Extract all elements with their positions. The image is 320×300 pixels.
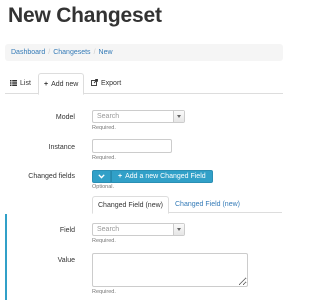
field-help: Required. — [92, 238, 116, 244]
value-help: Required. — [92, 289, 116, 295]
tab-list-label: List — [20, 80, 31, 87]
export-icon — [91, 79, 98, 88]
value-label: Value — [57, 257, 75, 264]
breadcrumb: Dashboard / Changesets / New — [5, 44, 283, 61]
tab-changed-field-2[interactable]: Changed Field (new) — [170, 196, 245, 213]
tab-export[interactable]: Export — [86, 73, 126, 94]
inline-form-indicator — [5, 214, 7, 300]
breadcrumb-new[interactable]: New — [99, 49, 113, 56]
instance-help: Required. — [92, 155, 116, 161]
breadcrumb-dashboard[interactable]: Dashboard — [11, 49, 45, 56]
field-select[interactable]: Search — [92, 223, 185, 236]
list-icon — [10, 79, 17, 88]
page-title: New Changeset — [8, 4, 162, 27]
plus-icon: + — [118, 173, 123, 180]
field-label: Field — [59, 227, 75, 234]
chevron-down-icon — [173, 111, 184, 122]
tab-add-new[interactable]: + Add new — [38, 73, 85, 95]
add-changed-field-button[interactable]: + Add a new Changed Field — [111, 170, 213, 183]
chevron-down-icon — [173, 224, 184, 235]
model-label: Model — [55, 114, 75, 121]
value-textarea[interactable] — [92, 253, 248, 287]
collapse-toggle-button[interactable] — [92, 170, 111, 183]
add-changed-field-label: Add a new Changed Field — [125, 173, 206, 180]
instance-input[interactable] — [92, 139, 172, 153]
tab-add-new-label: Add new — [51, 80, 79, 88]
breadcrumb-separator: / — [48, 49, 51, 56]
action-tabs: List + Add new Export — [5, 73, 283, 95]
model-select[interactable]: Search — [92, 110, 185, 123]
instance-label: Instance — [48, 144, 75, 151]
tab-export-label: Export — [101, 80, 122, 87]
model-select-placeholder: Search — [97, 113, 120, 120]
changed-field-tabs: Changed Field (new) Changed Field (new) — [92, 196, 282, 214]
changed-fields-label: Changed fields — [28, 173, 75, 180]
tab-list[interactable]: List — [5, 73, 36, 94]
changed-fields-button-group: + Add a new Changed Field — [92, 170, 213, 183]
breadcrumb-separator: / — [93, 49, 96, 56]
chevron-down-icon — [98, 174, 105, 179]
model-help: Required. — [92, 125, 116, 131]
changed-fields-help: Optional. — [92, 184, 115, 190]
tab-changed-field-1[interactable]: Changed Field (new) — [92, 196, 169, 214]
plus-icon: + — [44, 80, 49, 88]
field-select-placeholder: Search — [97, 226, 120, 233]
breadcrumb-changesets[interactable]: Changesets — [53, 49, 90, 56]
